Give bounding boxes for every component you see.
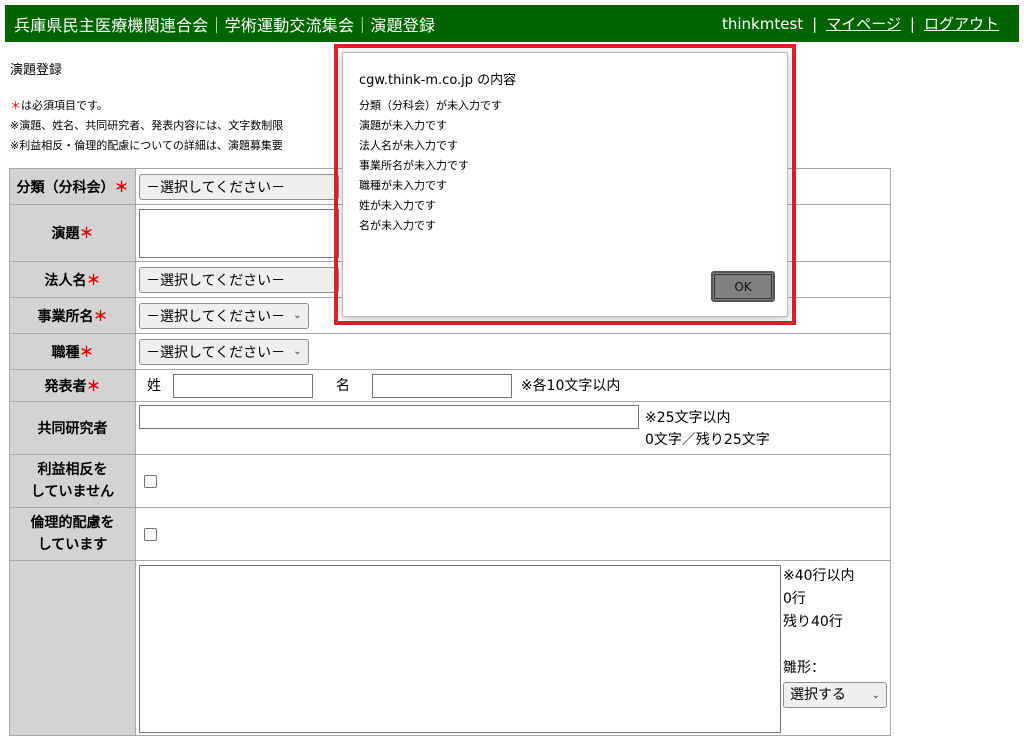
row-occupation: 職種＊ －選択してください－ ⌄ xyxy=(9,333,891,370)
char-limit-note: ※演題、姓名、共同研究者、発表内容には、文字数制限 xyxy=(10,119,284,132)
corporation-select[interactable]: －選択してください－ xyxy=(139,266,339,293)
row-presenter: 発表者＊ 姓 名 ※各10文字以内 xyxy=(9,369,891,402)
dialog-origin: cgw.think-m.co.jp の内容 xyxy=(359,73,517,88)
chevron-down-icon: ⌄ xyxy=(293,310,302,321)
row-ethics: 倫理的配慮を しています xyxy=(9,507,891,561)
row-coresearchers: 共同研究者 ※25文字以内 0文字／残り25文字 xyxy=(9,401,891,455)
occupation-label: 職種＊ xyxy=(9,333,136,370)
content-lines: 0行 xyxy=(783,591,806,607)
required-note: ＊は必須項目です。 xyxy=(10,99,108,112)
nav-separator: | xyxy=(909,14,915,33)
office-select[interactable]: －選択してください－ ⌄ xyxy=(139,302,309,329)
alert-dialog: cgw.think-m.co.jp の内容 分類（分科会）が未入力です 演題が未… xyxy=(342,52,788,317)
last-name-input[interactable] xyxy=(173,373,314,398)
mypage-link[interactable]: マイページ xyxy=(826,13,901,34)
nav-separator: | xyxy=(812,14,818,33)
ok-button[interactable]: OK xyxy=(711,271,775,302)
dialog-messages: 分類（分科会）が未入力です 演題が未入力です 法人名が未入力です 事業所名が未入… xyxy=(359,96,502,236)
subject-input[interactable] xyxy=(139,208,339,258)
page-title: 演題登録 xyxy=(10,63,63,78)
logout-link[interactable]: ログアウト xyxy=(924,13,999,34)
presenter-label: 発表者＊ xyxy=(9,369,136,402)
occupation-select[interactable]: －選択してください－ ⌄ xyxy=(139,338,309,365)
dialog-message: 事業所名が未入力です xyxy=(359,159,469,172)
content-label xyxy=(9,560,136,736)
coi-label: 利益相反を していません xyxy=(9,454,136,508)
content-textarea[interactable] xyxy=(139,565,781,733)
user-nav: thinkmtest | マイページ | ログアウト xyxy=(722,13,999,34)
template-label: 雛形： xyxy=(783,660,825,676)
content-hint: ※40行以内 xyxy=(783,568,855,584)
dialog-message: 分類（分科会）が未入力です xyxy=(359,99,502,112)
category-select[interactable]: －選択してください－ xyxy=(139,173,339,200)
form-notes: ＊は必須項目です。 ※演題、姓名、共同研究者、発表内容には、文字数制限 ※利益相… xyxy=(10,96,283,156)
username: thinkmtest xyxy=(721,14,804,33)
presenter-hint: ※各10文字以内 xyxy=(520,377,621,394)
content-remaining: 残り40行 xyxy=(783,614,843,630)
dialog-message: 職種が未入力です xyxy=(359,179,447,192)
site-header: 兵庫県民主医療機関連合会｜学術運動交流集会｜演題登録 thinkmtest | … xyxy=(5,5,1019,42)
dialog-message: 姓が未入力です xyxy=(359,199,436,212)
row-coi: 利益相反を していません xyxy=(9,454,891,508)
dialog-message: 名が未入力です xyxy=(359,219,436,232)
subject-label: 演題＊ xyxy=(9,204,136,262)
office-label: 事業所名＊ xyxy=(9,297,136,334)
last-name-label: 姓 xyxy=(147,377,161,394)
required-mark: ＊ xyxy=(10,99,21,112)
first-name-input[interactable] xyxy=(372,373,513,398)
ethics-label: 倫理的配慮を しています xyxy=(9,507,136,561)
coresearchers-counter: 0文字／残り25文字 xyxy=(645,432,770,448)
chevron-down-icon: ⌄ xyxy=(293,346,302,357)
dialog-message: 法人名が未入力です xyxy=(359,139,458,152)
coresearchers-input[interactable] xyxy=(139,405,639,429)
ethics-checkbox[interactable] xyxy=(144,527,157,541)
dialog-message: 演題が未入力です xyxy=(359,119,447,132)
site-title: 兵庫県民主医療機関連合会｜学術運動交流集会｜演題登録 xyxy=(14,15,436,35)
coresearchers-hint: ※25文字以内 xyxy=(645,410,731,426)
coi-checkbox[interactable] xyxy=(144,474,157,488)
coresearchers-label: 共同研究者 xyxy=(9,401,136,455)
chevron-down-icon: ⌄ xyxy=(871,689,880,701)
first-name-label: 名 xyxy=(335,377,350,394)
category-label: 分類（分科会）＊ xyxy=(9,168,136,205)
corporation-label: 法人名＊ xyxy=(9,261,136,298)
row-content: ※40行以内 0行 残り40行 雛形： 選択する ⌄ xyxy=(9,560,891,736)
template-select[interactable]: 選択する ⌄ xyxy=(783,682,887,708)
coi-note: ※利益相反・倫理的配慮についての詳細は、演題募集要 xyxy=(10,139,283,152)
